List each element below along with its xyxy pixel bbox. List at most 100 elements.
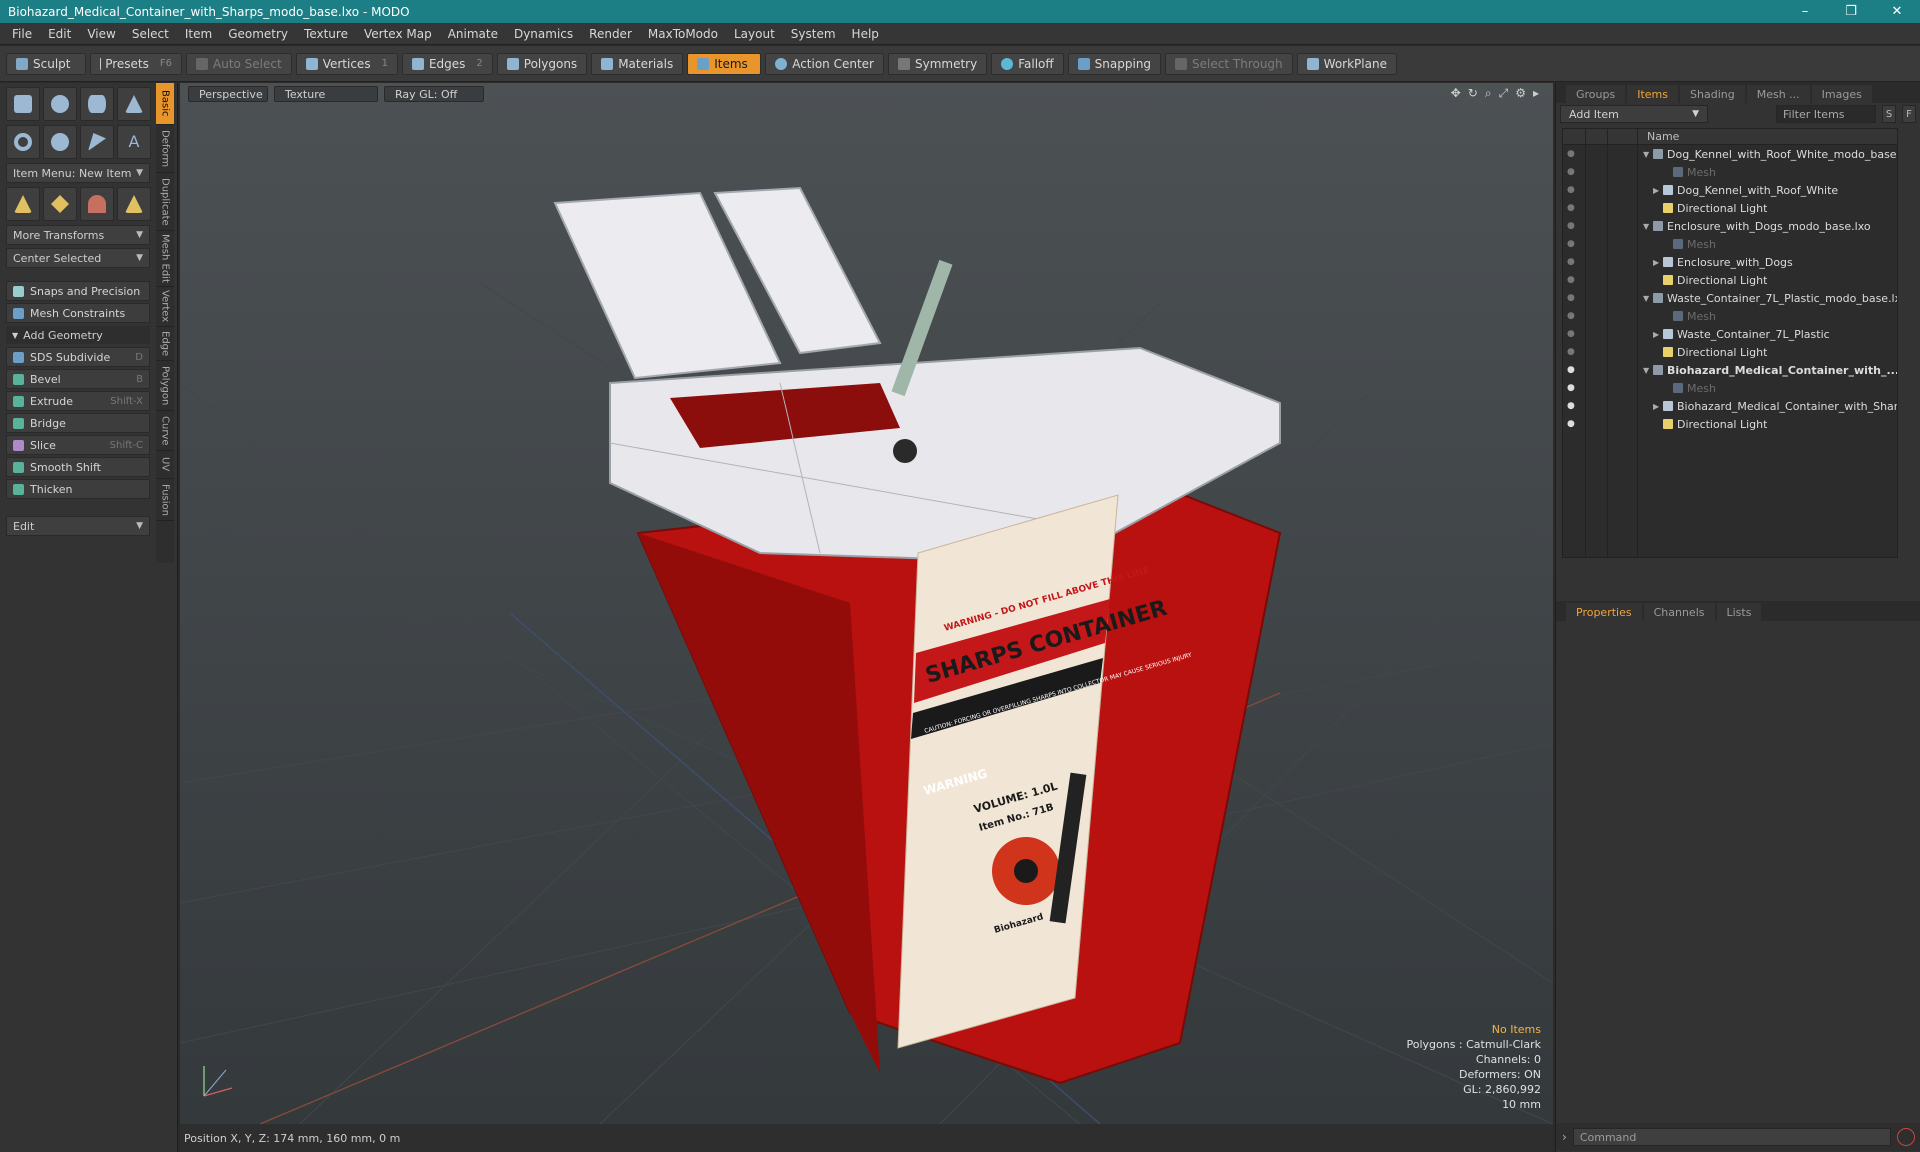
visibility-eye-icon[interactable]: ● (1567, 167, 1579, 177)
menu-view[interactable]: View (79, 27, 123, 41)
settings-icon[interactable]: ⚙ (1515, 86, 1526, 101)
menu-render[interactable]: Render (581, 27, 640, 41)
snaps-precision-button[interactable]: Snaps and Precision (6, 281, 150, 301)
cone-tool-button[interactable] (117, 87, 151, 121)
visibility-eye-icon[interactable]: ● (1567, 383, 1579, 393)
transform-tool-button[interactable] (117, 187, 151, 221)
tab-lists[interactable]: Lists (1716, 603, 1762, 621)
tree-row[interactable]: ● ▼ Dog_Kennel_with_Roof_White_modo_base..… (1563, 145, 1897, 163)
tab-channels[interactable]: Channels (1643, 603, 1715, 621)
tree-row[interactable]: ● Mesh (1563, 379, 1897, 397)
visibility-eye-icon[interactable]: ● (1567, 221, 1579, 231)
menu-select[interactable]: Select (124, 27, 177, 41)
visibility-eye-icon[interactable]: ● (1567, 275, 1579, 285)
bridge-button[interactable]: Bridge (6, 413, 150, 433)
menu-dynamics[interactable]: Dynamics (506, 27, 581, 41)
visibility-eye-icon[interactable]: ● (1567, 239, 1579, 249)
close-button[interactable]: ✕ (1874, 0, 1920, 23)
menu-vertex-map[interactable]: Vertex Map (356, 27, 440, 41)
torus-tool-button[interactable] (6, 125, 40, 159)
raygl-dropdown[interactable]: Ray GL: Off (384, 86, 484, 102)
tab-duplicate[interactable]: Duplicate (156, 173, 174, 231)
menu-help[interactable]: Help (844, 27, 887, 41)
menu-animate[interactable]: Animate (440, 27, 506, 41)
filter-f-button[interactable]: F (1902, 105, 1916, 123)
tree-row[interactable]: ● ▶ Dog_Kennel_with_Roof_White (1563, 181, 1897, 199)
pan-icon[interactable]: ✥ (1451, 86, 1461, 101)
edit-dropdown[interactable]: Edit ▼ (6, 516, 150, 536)
sculpt-button[interactable]: Sculpt (6, 52, 86, 75)
tree-row[interactable]: ● ▼ Waste_Container_7L_Plastic_modo_base.l… (1563, 289, 1897, 307)
move-tool-button[interactable] (6, 187, 40, 221)
mesh-constraints-button[interactable]: Mesh Constraints (6, 303, 150, 323)
expand-icon[interactable]: ▸ (1533, 86, 1539, 101)
command-input[interactable]: Command (1572, 1128, 1891, 1146)
item-menu-dropdown[interactable]: Item Menu: New Item ▼ (6, 163, 150, 183)
record-icon[interactable] (1897, 1128, 1915, 1146)
visibility-eye-icon[interactable]: ● (1567, 347, 1579, 357)
scale-tool-button[interactable] (80, 187, 114, 221)
visibility-eye-icon[interactable]: ● (1567, 293, 1579, 303)
tree-row[interactable]: ● ▶ Biohazard_Medical_Container_with_Sharp… (1563, 397, 1897, 415)
tab-mesh-edit[interactable]: Mesh Edit (156, 231, 174, 287)
polygons-button[interactable]: Polygons (496, 52, 588, 75)
visibility-eye-icon[interactable]: ● (1567, 149, 1579, 159)
zoom-icon[interactable]: ⌕ (1485, 86, 1492, 101)
3d-viewport[interactable]: Perspective Texture Ray GL: Off ✥ ↻ ⌕ ⤢ … (180, 83, 1553, 1124)
materials-button[interactable]: Materials (591, 52, 684, 75)
edges-button[interactable]: Edges 2 (401, 52, 493, 75)
thicken-button[interactable]: Thicken (6, 479, 150, 499)
expand-toggle-icon[interactable]: ▶ (1653, 186, 1663, 195)
expand-toggle-icon[interactable]: ▼ (1643, 366, 1653, 375)
tab-basic[interactable]: Basic (156, 83, 174, 125)
add-geometry-section[interactable]: ▼ Add Geometry (6, 326, 150, 344)
pen-tool-button[interactable] (80, 125, 114, 159)
slice-button[interactable]: Slice Shift-C (6, 435, 150, 455)
center-selected-dropdown[interactable]: Center Selected ▼ (6, 248, 150, 268)
snapping-button[interactable]: Snapping (1067, 52, 1162, 75)
fit-icon[interactable]: ⤢ (1499, 86, 1509, 101)
expand-toggle-icon[interactable]: ▶ (1653, 330, 1663, 339)
tree-row[interactable]: ● ▶ Enclosure_with_Dogs (1563, 253, 1897, 271)
expand-toggle-icon[interactable]: ▶ (1653, 258, 1663, 267)
tree-row[interactable]: ● ▶ Waste_Container_7L_Plastic (1563, 325, 1897, 343)
tree-row[interactable]: ● Directional Light (1563, 271, 1897, 289)
menu-system[interactable]: System (783, 27, 844, 41)
action-center-button[interactable]: Action Center (765, 52, 884, 75)
tab-curve[interactable]: Curve (156, 411, 174, 451)
bevel-button[interactable]: Bevel B (6, 369, 150, 389)
tab-vertex[interactable]: Vertex (156, 287, 174, 327)
tab-items[interactable]: Items (1627, 85, 1679, 103)
tree-row[interactable]: ● Directional Light (1563, 343, 1897, 361)
tab-uv[interactable]: UV (156, 451, 174, 479)
tab-edge[interactable]: Edge (156, 327, 174, 361)
tree-row[interactable]: ● Mesh (1563, 163, 1897, 181)
add-item-dropdown[interactable]: Add Item ▼ (1560, 105, 1708, 123)
menu-geometry[interactable]: Geometry (220, 27, 296, 41)
tree-row[interactable]: ● Directional Light (1563, 415, 1897, 433)
tab-fusion[interactable]: Fusion (156, 479, 174, 521)
falloff-button[interactable]: Falloff (991, 52, 1064, 75)
tree-row[interactable]: ● Mesh (1563, 307, 1897, 325)
visibility-eye-icon[interactable]: ● (1567, 419, 1579, 429)
tree-row[interactable]: ● ▼ Enclosure_with_Dogs_modo_base.lxo (1563, 217, 1897, 235)
tab-shading[interactable]: Shading (1680, 85, 1745, 103)
auto-select-button[interactable]: Auto Select (186, 52, 292, 75)
tree-row[interactable]: ● Directional Light (1563, 199, 1897, 217)
tree-row[interactable]: ● ▼ Biohazard_Medical_Container_with_... (1563, 361, 1897, 379)
minimize-button[interactable]: – (1782, 0, 1828, 23)
expand-toggle-icon[interactable]: ▼ (1643, 294, 1653, 303)
select-through-button[interactable]: Select Through (1165, 52, 1293, 75)
menu-layout[interactable]: Layout (726, 27, 783, 41)
symmetry-button[interactable]: Symmetry (888, 52, 988, 75)
visibility-eye-icon[interactable]: ● (1567, 401, 1579, 411)
expand-toggle-icon[interactable]: ▼ (1643, 150, 1653, 159)
orbit-icon[interactable]: ↻ (1468, 86, 1478, 101)
tree-row[interactable]: ● Mesh (1563, 235, 1897, 253)
tab-groups[interactable]: Groups (1566, 85, 1626, 103)
tab-deform[interactable]: Deform (156, 125, 174, 173)
perspective-dropdown[interactable]: Perspective (188, 86, 268, 102)
rotate-tool-button[interactable] (43, 187, 77, 221)
workplane-button[interactable]: WorkPlane (1296, 52, 1397, 75)
filter-s-button[interactable]: S (1882, 105, 1896, 123)
